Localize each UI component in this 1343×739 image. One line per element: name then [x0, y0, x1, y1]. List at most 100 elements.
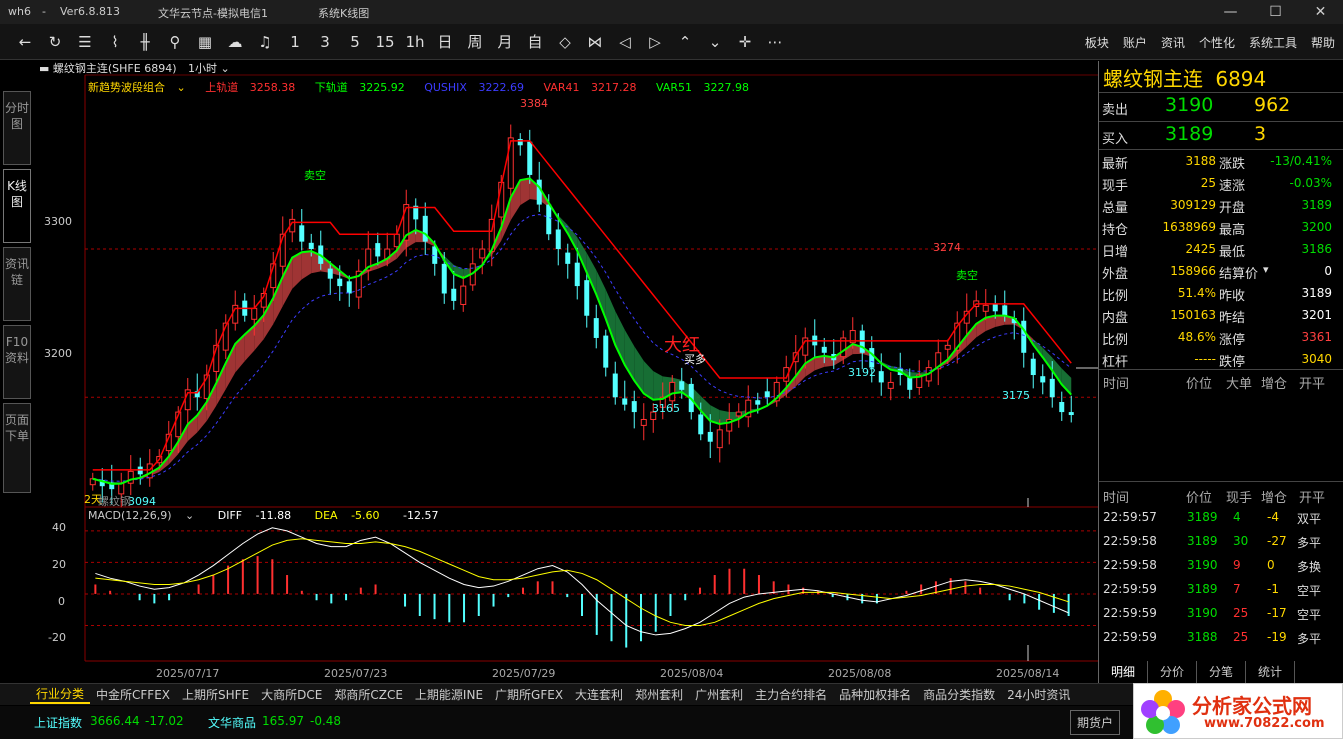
category-tab[interactable]: 上期所SHFE [176, 686, 255, 703]
bell-icon[interactable]: ♫ [250, 24, 280, 60]
ask-row[interactable]: 卖出 3190 962 [1099, 93, 1343, 121]
tab-f10[interactable]: F10资料 [3, 325, 31, 399]
macd-select[interactable]: MACD(12,26,9) ⌄ [88, 509, 204, 522]
quote-row: 内盘 150163 昨结 3201 [1099, 304, 1343, 326]
futures-account-button[interactable]: 期货户 [1070, 710, 1121, 735]
zoom-out-icon[interactable]: ⋈ [580, 24, 610, 60]
tab-stats[interactable]: 统计 [1246, 661, 1296, 683]
tab-ticks[interactable]: 分笔 [1197, 661, 1247, 683]
menu-help[interactable]: 帮助 [1311, 34, 1335, 51]
category-tab[interactable]: 广州套利 [689, 686, 749, 703]
refresh-icon[interactable]: ↻ [40, 24, 70, 60]
category-tab[interactable]: 商品分类指数 [917, 686, 1001, 703]
settlement-chevron-icon[interactable]: ▾ [1263, 263, 1269, 276]
period-select[interactable]: 1小时 ⌄ [188, 62, 230, 75]
candle-body [507, 137, 514, 189]
category-tab[interactable]: 24小时资讯 [1001, 686, 1076, 703]
cloud-icon[interactable]: ☁ [220, 24, 250, 60]
back-arrow-icon[interactable]: ← [10, 24, 40, 60]
period-1m[interactable]: 1 [280, 24, 310, 60]
tab-kline[interactable]: K线图 [3, 169, 31, 243]
scroll-left-icon[interactable]: ◁ [610, 24, 640, 60]
period-3m[interactable]: 3 [310, 24, 340, 60]
var51-value: 3227.98 [703, 81, 749, 94]
maximize-button[interactable]: ☐ [1253, 0, 1298, 24]
qushix-legend: QUSHIX 3222.69 [424, 81, 532, 94]
candle-body [375, 243, 381, 257]
diff-label: DIFF [217, 509, 243, 522]
tick-price: 3189 [1187, 534, 1218, 548]
macd-chevron-icon: ⌄ [185, 509, 195, 522]
candle-body [640, 418, 647, 426]
category-tab[interactable]: 郑州套利 [629, 686, 689, 703]
period-month[interactable]: 月 [490, 24, 520, 60]
tick-price: 3189 [1187, 510, 1218, 524]
quote-key-right: 速涨 [1219, 179, 1246, 194]
category-tab[interactable]: 广期所GFEX [489, 686, 569, 703]
tab-detail[interactable]: 明细 [1099, 661, 1149, 683]
zoom-in-icon[interactable]: ◇ [550, 24, 580, 60]
menu-account[interactable]: 账户 [1123, 34, 1147, 51]
bid-row[interactable]: 买入 3189 3 [1099, 122, 1343, 150]
indicator-select[interactable]: 新趋势波段组合 ⌄ [88, 81, 194, 94]
candle-body [422, 215, 428, 242]
minimize-button[interactable]: — [1208, 0, 1253, 24]
grid-icon[interactable]: ▦ [190, 24, 220, 60]
menu-news[interactable]: 资讯 [1161, 34, 1185, 51]
kline-icon[interactable]: ╫ [130, 24, 160, 60]
lower-band-value: 3225.92 [359, 81, 405, 94]
category-tab[interactable]: 郑商所CZCE [328, 686, 409, 703]
period-15m[interactable]: 15 [370, 24, 400, 60]
quote-value-right: 3189 [1301, 286, 1332, 300]
candle-body [536, 179, 542, 205]
category-tab[interactable]: 主力合约排名 [749, 686, 833, 703]
list-icon[interactable]: ☰ [70, 24, 100, 60]
period-week[interactable]: 周 [460, 24, 490, 60]
tab-page-order[interactable]: 页面下单 [3, 403, 31, 493]
candle-body [393, 233, 400, 248]
quote-key-right: 开盘 [1219, 201, 1246, 216]
scroll-up-icon[interactable]: ⌃ [670, 24, 700, 60]
tick-row: 22:59:59 3189 7 -1 空平 [1099, 578, 1343, 602]
candle-body [299, 225, 305, 242]
period-1h[interactable]: 1h [400, 24, 430, 60]
big-order-header: 时间 价位 大单 增仓 开平 [1099, 371, 1343, 392]
quote-value-right: -13/0.41% [1270, 154, 1332, 168]
candle-body [479, 248, 486, 259]
menu-sector[interactable]: 板块 [1085, 34, 1109, 51]
var41-value: 3217.28 [590, 81, 637, 94]
tab-price-dist[interactable]: 分价 [1148, 661, 1198, 683]
period-day[interactable]: 日 [430, 24, 460, 60]
period-5m[interactable]: 5 [340, 24, 370, 60]
scroll-down-icon[interactable]: ⌄ [700, 24, 730, 60]
macd-tick-0: 0 [58, 595, 65, 608]
app-version: Ver6.8.813 [60, 5, 120, 18]
category-tab[interactable]: 大商所DCE [255, 686, 328, 703]
dea-value: -5.60 [351, 509, 380, 522]
index2-name: 文华商品 [208, 716, 257, 730]
menu-system-tools[interactable]: 系统工具 [1249, 34, 1297, 51]
category-tab[interactable]: 行业分类 [30, 685, 91, 704]
candle-body [622, 398, 628, 405]
upper-band-label: 上轨道 [205, 81, 239, 94]
menu-personalize[interactable]: 个性化 [1199, 34, 1235, 51]
hdr-oi: 增仓 [1261, 377, 1288, 392]
quote-key-left: 日增 [1102, 245, 1129, 260]
tab-news-chain[interactable]: 资讯链 [3, 247, 31, 321]
category-tab[interactable]: 中金所CFFEX [90, 686, 176, 703]
tick-icon[interactable]: ⚲ [160, 24, 190, 60]
candle-body [612, 373, 618, 398]
tick-oi: -17 [1267, 606, 1287, 620]
kline-chart-area[interactable]: 3300 3200 40 20 0 -20 2025/07/17 2025/07… [36, 61, 1098, 683]
category-tab[interactable]: 上期能源INE [409, 686, 489, 703]
close-button[interactable]: ✕ [1298, 0, 1343, 24]
line-chart-icon[interactable]: ⌇ [100, 24, 130, 60]
scroll-right-icon[interactable]: ▷ [640, 24, 670, 60]
crosshair-icon[interactable]: ✛ [730, 24, 760, 60]
category-tab[interactable]: 大连套利 [569, 686, 629, 703]
tab-timeshare[interactable]: 分时图 [3, 91, 31, 165]
category-tab[interactable]: 品种加权排名 [833, 686, 917, 703]
period-custom[interactable]: 自 [520, 24, 550, 60]
chart-canvas[interactable]: 3300 3200 40 20 0 -20 2025/07/17 2025/07… [36, 61, 1098, 683]
more-icon[interactable]: ⋯ [760, 24, 790, 60]
